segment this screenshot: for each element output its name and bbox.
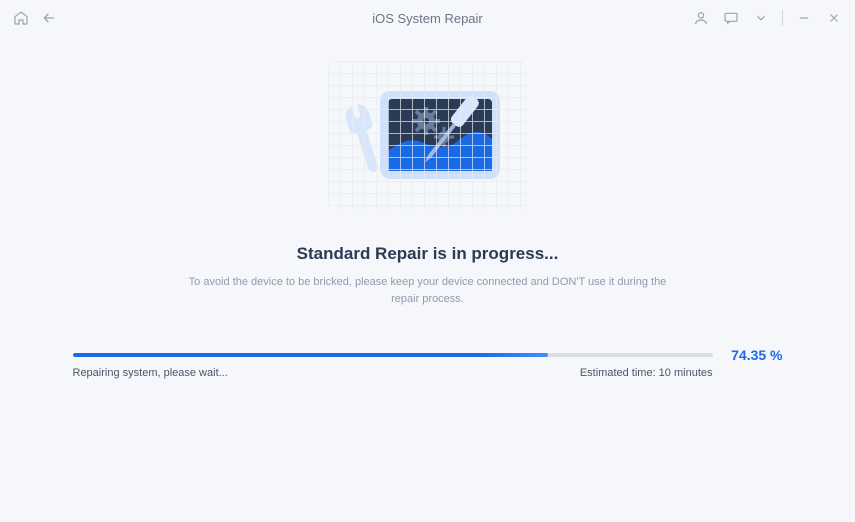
- titlebar-right: [692, 9, 843, 27]
- progress-percent: 74.35 %: [731, 347, 782, 363]
- close-icon[interactable]: [825, 9, 843, 27]
- minimize-icon[interactable]: [795, 9, 813, 27]
- divider: [782, 10, 783, 26]
- main-content: Standard Repair is in progress... To avo…: [0, 36, 855, 379]
- window-title: iOS System Repair: [372, 11, 483, 26]
- user-icon[interactable]: [692, 9, 710, 27]
- titlebar: iOS System Repair: [0, 0, 855, 36]
- progress-eta-text: Estimated time: 10 minutes: [580, 367, 713, 379]
- progress-labels: Repairing system, please wait... Estimat…: [73, 367, 713, 379]
- progress-fill: [73, 353, 549, 357]
- back-icon[interactable]: [40, 9, 58, 27]
- feedback-icon[interactable]: [722, 9, 740, 27]
- titlebar-left: [12, 9, 58, 27]
- progress-status-text: Repairing system, please wait...: [73, 367, 228, 379]
- progress-subtext: To avoid the device to be bricked, pleas…: [178, 274, 678, 307]
- grid-background: [328, 61, 528, 211]
- repair-illustration: [278, 56, 578, 216]
- home-icon[interactable]: [12, 9, 30, 27]
- progress-heading: Standard Repair is in progress...: [297, 244, 559, 264]
- chevron-down-icon[interactable]: [752, 9, 770, 27]
- progress-section: 74.35 % Repairing system, please wait...…: [73, 353, 783, 379]
- progress-bar: [73, 353, 713, 357]
